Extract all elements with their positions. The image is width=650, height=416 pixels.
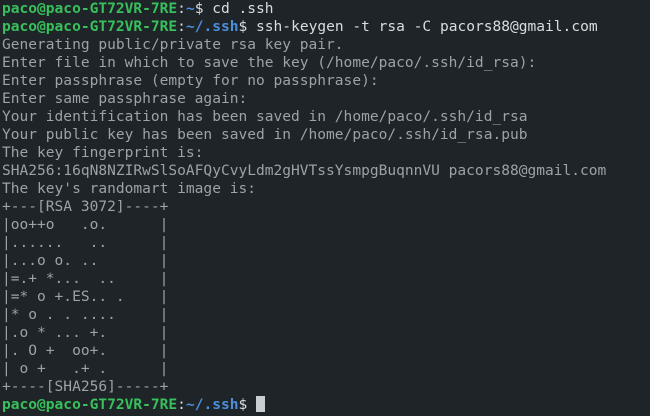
prompt-path: ~/.ssh: [185, 18, 239, 35]
randomart-line: |...... .. |: [2, 234, 169, 251]
prompt-symbol: $: [238, 18, 257, 35]
prompt-separator: :: [177, 0, 186, 17]
output-line: Your identification has been saved in /h…: [2, 108, 528, 125]
output-line: Enter same passphrase again:: [2, 90, 248, 107]
output-line: Your public key has been saved in /home/…: [2, 126, 528, 143]
output-line: Generating public/private rsa key pair.: [2, 36, 344, 53]
prompt-line-1: paco@paco-GT72VR-7RE:~$ cd .ssh: [2, 0, 650, 18]
randomart-line: |oo++o .o. |: [2, 216, 169, 233]
prompt-separator: :: [177, 396, 186, 413]
randomart-line: |=.+ *... .. |: [2, 270, 169, 287]
prompt-user: paco@paco-GT72VR-7RE: [2, 18, 178, 35]
randomart-line: |...o o. .. |: [2, 252, 169, 269]
output-line: The key's randomart image is:: [2, 180, 256, 197]
output-line: Enter passphrase (empty for no passphras…: [2, 72, 379, 89]
prompt-symbol: $: [238, 396, 257, 413]
randomart-line: |. O + oo+. |: [2, 342, 169, 359]
terminal-window[interactable]: paco@paco-GT72VR-7RE:~$ cd .ssh paco@pac…: [0, 0, 650, 416]
prompt-line-current[interactable]: paco@paco-GT72VR-7RE:~/.ssh$: [2, 396, 650, 414]
command-text: ssh-keygen -t rsa -C pacors88@gmail.com: [256, 18, 598, 35]
randomart-line: |=* o +.ES.. . |: [2, 288, 169, 305]
randomart-line: |.o * ... +. |: [2, 324, 169, 341]
prompt-user: paco@paco-GT72VR-7RE: [2, 0, 178, 17]
prompt-separator: :: [177, 18, 186, 35]
command-text: cd .ssh: [212, 0, 274, 17]
prompt-line-2: paco@paco-GT72VR-7RE:~/.ssh$ ssh-keygen …: [2, 18, 650, 36]
prompt-user: paco@paco-GT72VR-7RE: [2, 396, 178, 413]
fingerprint-line: SHA256:16qN8NZIRwSlSoAFQyCvyLdm2gHVTssYs…: [2, 162, 607, 179]
randomart-line: +---[RSA 3072]----+: [2, 198, 169, 215]
prompt-path: ~: [185, 0, 195, 17]
output-line: The key fingerprint is:: [2, 144, 204, 161]
prompt-symbol: $: [194, 0, 213, 17]
randomart-line: | o + .+ . |: [2, 360, 169, 377]
randomart-line: +----[SHA256]-----+: [2, 378, 169, 395]
prompt-path: ~/.ssh: [185, 396, 239, 413]
randomart-line: |* o . . .... |: [2, 306, 169, 323]
output-line: Enter file in which to save the key (/ho…: [2, 54, 537, 71]
text-cursor: [256, 396, 266, 412]
